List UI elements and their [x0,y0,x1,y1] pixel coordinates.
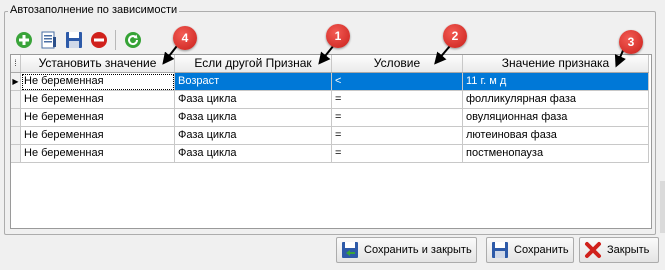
cell-condition[interactable]: = [332,109,463,127]
cell-set-value[interactable]: Не беременная [21,127,175,145]
badge-3: 3 [619,30,643,54]
cell-value[interactable]: фолликулярная фаза [463,91,649,109]
table-row[interactable]: Не беременная Фаза цикла = постменопауза [11,145,649,163]
close-button[interactable]: Закрыть [579,237,659,263]
cell-feature[interactable]: Фаза цикла [175,145,332,163]
cell-value[interactable]: постменопауза [463,145,649,163]
close-label: Закрыть [607,244,650,256]
table-row[interactable]: Не беременная Фаза цикла = лютеиновая фа… [11,127,649,145]
save-button[interactable]: Сохранить [486,237,574,263]
cell-value[interactable]: овуляционная фаза [463,109,649,127]
cell-feature[interactable]: Фаза цикла [175,127,332,145]
cell-condition[interactable]: = [332,145,463,163]
cell-set-value[interactable]: Не беременная [21,109,175,127]
save-close-icon [342,242,358,258]
badge-4: 4 [173,26,197,50]
row-marker [11,127,21,145]
cell-condition[interactable]: = [332,91,463,109]
save-icon [492,242,508,258]
table-row[interactable]: Не беременная Фаза цикла = фолликулярная… [11,91,649,109]
badge-1: 1 [326,24,350,48]
cell-set-value[interactable]: Не беременная [21,91,175,109]
cell-set-value[interactable]: Не беременная [21,145,175,163]
badge-2: 2 [443,24,467,48]
cell-value[interactable]: лютеиновая фаза [463,127,649,145]
row-marker [11,145,21,163]
cell-feature[interactable]: Фаза цикла [175,109,332,127]
row-marker [11,91,21,109]
dependency-grid[interactable]: ⁞ Установить значение Если другой Призна… [10,54,652,229]
cell-condition[interactable]: = [332,127,463,145]
row-marker [11,109,21,127]
window-edge [660,181,665,233]
save-and-close-label: Сохранить и закрыть [364,244,472,256]
save-and-close-button[interactable]: Сохранить и закрыть [336,237,477,263]
table-row[interactable]: Не беременная Фаза цикла = овуляционная … [11,109,649,127]
cell-feature[interactable]: Фаза цикла [175,91,332,109]
close-icon [585,242,601,258]
save-label: Сохранить [514,244,569,256]
